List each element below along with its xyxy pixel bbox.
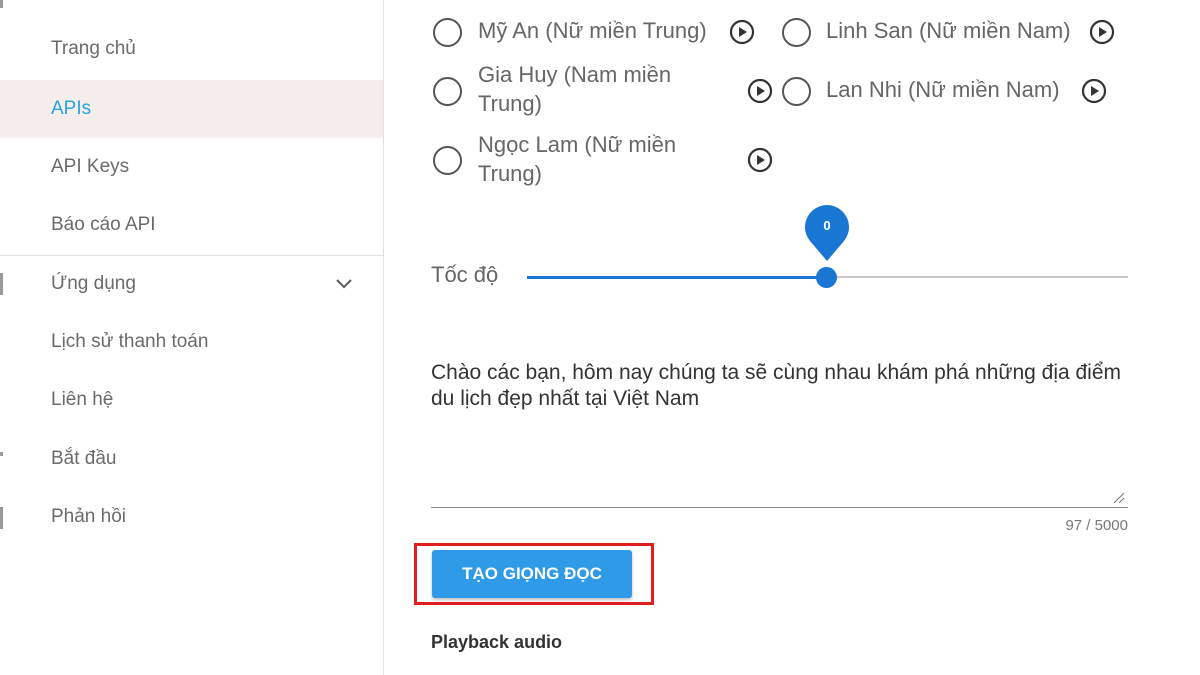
voice-label-my-an: Mỹ An (Nữ miền Trung) bbox=[478, 18, 707, 43]
play-icon[interactable] bbox=[1089, 19, 1115, 45]
speed-slider-value: 0 bbox=[823, 218, 831, 233]
sidebar-item-label: Trang chủ bbox=[51, 38, 136, 59]
voice-radio-my-an[interactable] bbox=[433, 18, 462, 47]
sidebar-item-label: Phản hồi bbox=[51, 506, 127, 527]
main-panel: Mỹ An (Nữ miền Trung) Linh San (Nữ miền … bbox=[384, 0, 1200, 675]
resize-grip-icon[interactable] bbox=[1111, 490, 1125, 504]
play-icon[interactable] bbox=[1081, 78, 1107, 104]
sidebar: Trang chủ APIs API Keys Báo cáo API Ứng … bbox=[0, 0, 384, 675]
play-icon[interactable] bbox=[747, 78, 773, 104]
sidebar-item-label: API Keys bbox=[51, 156, 130, 177]
chevron-down-icon[interactable] bbox=[334, 276, 354, 290]
voice-label-ngoc-lam: Ngọc Lam (Nữ miền bbox=[478, 132, 677, 157]
sidebar-item-feedback[interactable]: Phản hồi bbox=[0, 488, 383, 546]
create-voice-button[interactable]: TẠO GIỌNG ĐỌC bbox=[432, 550, 632, 598]
sidebar-item-api-keys[interactable]: API Keys bbox=[0, 138, 383, 196]
voice-label-linh-san: Linh San (Nữ miền Nam) bbox=[826, 18, 1071, 43]
tts-text-input[interactable]: Chào các bạn, hôm nay chúng ta sẽ cùng n… bbox=[431, 360, 1128, 508]
play-icon[interactable] bbox=[747, 147, 773, 173]
sidebar-item-home[interactable]: Trang chủ bbox=[0, 20, 383, 78]
sidebar-item-contact[interactable]: Liên hệ bbox=[0, 371, 383, 429]
sidebar-item-label: Ứng dụng bbox=[51, 273, 136, 294]
slider-value-pin-icon bbox=[805, 205, 849, 261]
sidebar-item-label: Liên hệ bbox=[51, 389, 114, 410]
sidebar-item-apis[interactable]: APIs bbox=[0, 80, 383, 138]
sidebar-item-get-started[interactable]: Bắt đầu bbox=[0, 430, 383, 488]
speed-slider-track[interactable] bbox=[826, 276, 1128, 278]
sidebar-item-applications[interactable]: Ứng dụng bbox=[0, 255, 383, 313]
sidebar-item-payment-history[interactable]: Lịch sử thanh toán bbox=[0, 313, 383, 371]
sidebar-item-label: Bắt đầu bbox=[51, 448, 117, 469]
sidebar-item-label: Báo cáo API bbox=[51, 214, 156, 235]
speed-label: Tốc độ bbox=[431, 262, 499, 287]
voice-radio-linh-san[interactable] bbox=[782, 18, 811, 47]
sidebar-item-label: APIs bbox=[51, 98, 92, 119]
voice-label-gia-huy-line2: Trung) bbox=[478, 91, 542, 116]
character-counter: 97 / 5000 bbox=[1065, 517, 1128, 534]
sidebar-item-api-reports[interactable]: Báo cáo API bbox=[0, 196, 383, 254]
voice-radio-ngoc-lam[interactable] bbox=[433, 146, 462, 175]
play-icon[interactable] bbox=[729, 19, 755, 45]
voice-radio-gia-huy[interactable] bbox=[433, 77, 462, 106]
voice-label-ngoc-lam-line2: Trung) bbox=[478, 161, 542, 186]
speed-slider-thumb[interactable] bbox=[816, 267, 837, 288]
playback-audio-heading: Playback audio bbox=[431, 632, 563, 652]
voice-label-lan-nhi: Lan Nhi (Nữ miền Nam) bbox=[826, 77, 1060, 102]
sidebar-item-label: Lịch sử thanh toán bbox=[51, 331, 209, 352]
sidebar-edge-marker bbox=[0, 0, 3, 8]
speed-slider-track-filled[interactable] bbox=[527, 276, 826, 279]
voice-radio-lan-nhi[interactable] bbox=[782, 77, 811, 106]
voice-label-gia-huy: Gia Huy (Nam miền bbox=[478, 62, 672, 87]
